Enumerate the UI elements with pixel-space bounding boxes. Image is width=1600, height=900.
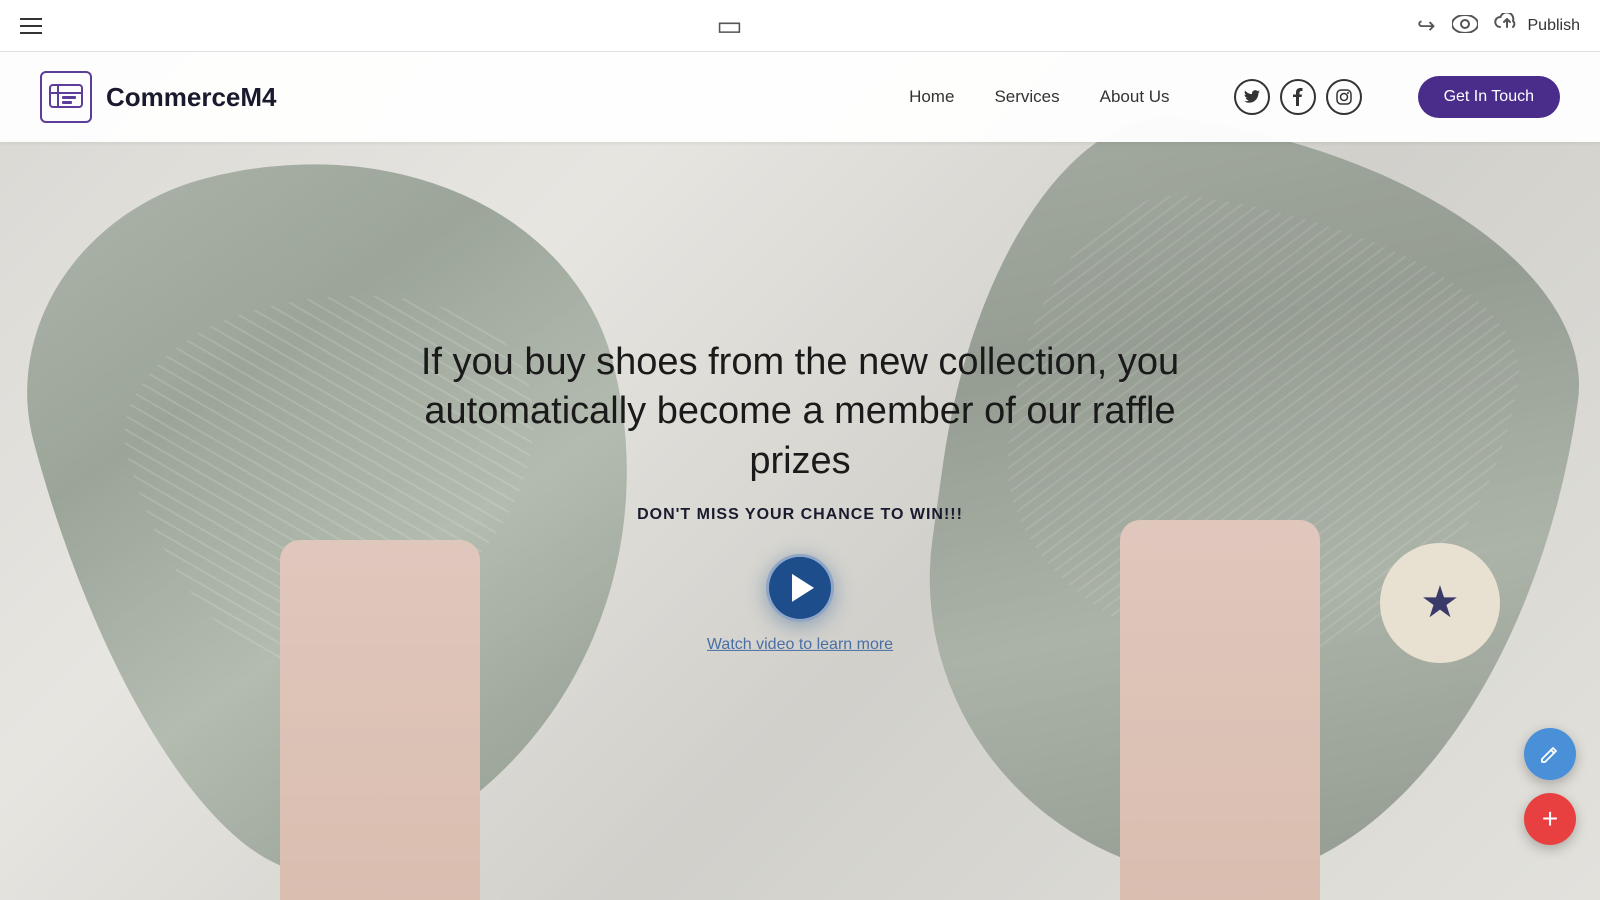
cloud-upload-icon [1494, 13, 1520, 39]
website-area: ★ CommerceM4 Home Services [0, 52, 1600, 900]
publish-button[interactable]: Publish [1494, 13, 1580, 39]
hero-section: ★ CommerceM4 Home Services [0, 52, 1600, 900]
play-button[interactable] [766, 554, 834, 622]
toolbar-center: ▭ [716, 9, 742, 42]
site-header: CommerceM4 Home Services About Us [0, 52, 1600, 142]
get-in-touch-button[interactable]: Get In Touch [1418, 76, 1560, 118]
phone-preview-icon[interactable]: ▭ [716, 9, 742, 42]
hero-content: If you buy shoes from the new collection… [400, 338, 1200, 654]
instagram-icon[interactable] [1326, 79, 1362, 115]
watch-video-link[interactable]: Watch video to learn more [707, 636, 893, 654]
site-logo: CommerceM4 [40, 71, 277, 123]
logo-icon [40, 71, 92, 123]
publish-label: Publish [1528, 17, 1580, 35]
toolbar: ▭ ↩ Publish [0, 0, 1600, 52]
hero-headline: If you buy shoes from the new collection… [400, 338, 1200, 486]
nav-services[interactable]: Services [994, 87, 1059, 107]
star-patch: ★ [1380, 543, 1500, 663]
facebook-icon[interactable] [1280, 79, 1316, 115]
site-nav: Home Services About Us [909, 76, 1560, 118]
nav-about-us[interactable]: About Us [1100, 87, 1170, 107]
edit-fab-button[interactable] [1524, 728, 1576, 780]
plus-icon: + [1542, 803, 1558, 835]
nav-home[interactable]: Home [909, 87, 954, 107]
toolbar-left [20, 18, 42, 34]
hamburger-menu-icon[interactable] [20, 18, 42, 34]
hero-cta-text: DON'T MISS YOUR CHANCE TO WIN!!! [400, 506, 1200, 524]
site-logo-text: CommerceM4 [106, 82, 277, 113]
preview-eye-icon[interactable] [1452, 13, 1478, 39]
toolbar-right: ↩ Publish [1417, 13, 1580, 39]
add-fab-button[interactable]: + [1524, 793, 1576, 845]
undo-icon[interactable]: ↩ [1417, 13, 1435, 39]
social-icons-group [1234, 79, 1362, 115]
play-button-group: Watch video to learn more [400, 554, 1200, 654]
twitter-icon[interactable] [1234, 79, 1270, 115]
